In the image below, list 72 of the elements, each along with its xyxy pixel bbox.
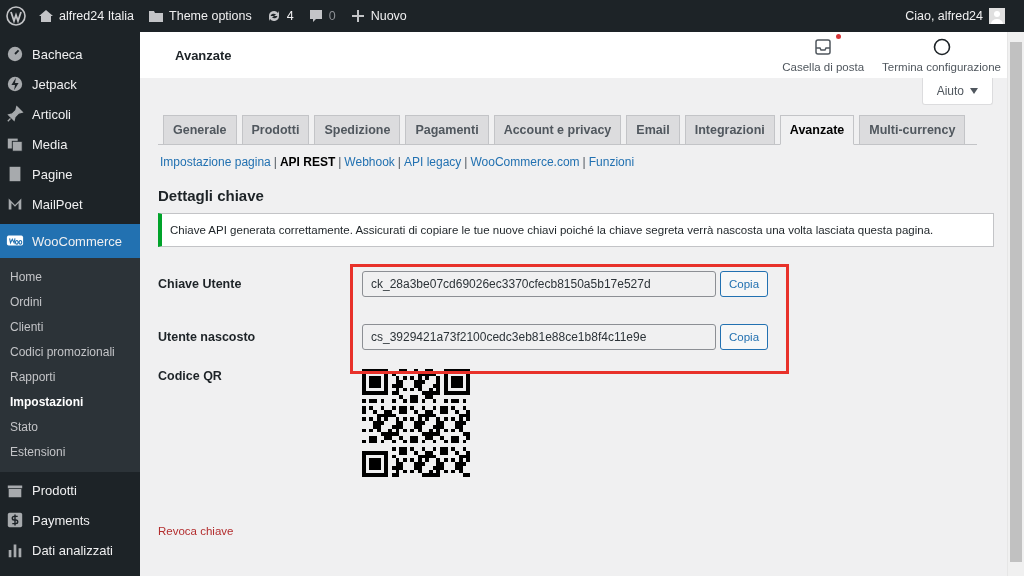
section-link[interactable]: API legacy xyxy=(403,155,462,169)
greeting-link[interactable]: Ciao, alfred24 xyxy=(905,9,983,23)
bolt-icon xyxy=(6,75,24,93)
separator: | xyxy=(582,155,586,169)
menu-item[interactable]: Dati analizzati xyxy=(0,535,140,565)
settings-tab[interactable]: Multi-currency xyxy=(859,115,966,145)
gauge-icon xyxy=(6,45,24,63)
plus-icon xyxy=(349,8,366,24)
comment-icon xyxy=(307,8,324,24)
folder-icon xyxy=(148,8,165,24)
menu-item[interactable]: Bacheca xyxy=(0,39,140,69)
settings-tab[interactable]: Generale xyxy=(163,115,237,145)
settings-tab[interactable]: Integrazioni xyxy=(684,115,775,145)
key-field[interactable]: ck_28a3be07cd69026ec3370cfecb8150a5b17e527d xyxy=(362,270,716,297)
key-field[interactable]: cs_3929421a73f2100cedc3eb81e88ce1b8f4c11e9e xyxy=(362,323,716,350)
new-link[interactable]: Nuovo xyxy=(370,9,407,23)
section-link[interactable]: Funzioni xyxy=(588,155,635,169)
menu-item[interactable]: Pagine xyxy=(0,159,140,189)
settings-tab[interactable]: Account e privacy xyxy=(493,115,622,145)
menu-item[interactable]: Media xyxy=(0,129,140,159)
header-action[interactable]: Casella di posta xyxy=(782,37,865,73)
settings-tab[interactable]: Pagamenti xyxy=(405,115,489,145)
home-icon xyxy=(38,8,54,24)
menu-item[interactable]: MailPoet xyxy=(0,189,140,219)
settings-tab[interactable]: Email xyxy=(626,115,680,145)
copy-button[interactable]: Copia xyxy=(720,323,769,350)
revoke-key-link[interactable]: Revoca chiave xyxy=(158,525,234,537)
caret-icon xyxy=(970,88,978,94)
comments-count[interactable]: 0 xyxy=(328,9,336,23)
page-title: Avanzate xyxy=(175,47,233,63)
submenu-item[interactable]: Stato xyxy=(0,415,140,440)
theme-options-link[interactable]: Theme options xyxy=(169,9,252,23)
wordpress-logo-icon[interactable] xyxy=(6,6,26,26)
submenu-item[interactable]: Home xyxy=(0,258,140,290)
inbox-icon xyxy=(815,38,832,55)
separator: | xyxy=(397,155,401,169)
scrollbar[interactable] xyxy=(1007,32,1024,576)
settings-tab[interactable]: Avanzate xyxy=(779,115,855,145)
help-button[interactable]: Aiuto xyxy=(921,78,993,105)
settings-tab[interactable]: Spedizione xyxy=(314,115,401,145)
menu-item[interactable]: Prodotti xyxy=(0,475,140,505)
submenu-item[interactable]: Impostazioni xyxy=(0,390,140,415)
section-link[interactable]: WooCommerce.com xyxy=(470,155,580,169)
updates-count[interactable]: 4 xyxy=(286,9,294,23)
submenu-item[interactable]: Estensioni xyxy=(0,440,140,472)
submenu-item[interactable]: Codici promozionali xyxy=(0,340,140,365)
section-link[interactable]: Webhook xyxy=(344,155,395,169)
avatar-icon[interactable] xyxy=(989,8,1005,24)
dollar-icon xyxy=(6,511,24,529)
menu-item[interactable]: WooCommerce xyxy=(0,224,140,258)
submenu-item[interactable]: Ordini xyxy=(0,290,140,315)
menu-item[interactable]: Articoli xyxy=(0,99,140,129)
menu-item[interactable]: Jetpack xyxy=(0,69,140,99)
settings-tab[interactable]: Prodotti xyxy=(241,115,310,145)
section-link[interactable]: API REST xyxy=(279,155,336,169)
pin-icon xyxy=(6,105,24,123)
separator: | xyxy=(273,155,277,169)
header-action[interactable]: Termina configurazione xyxy=(882,37,1001,73)
field-label: Utente nascosto xyxy=(158,329,257,344)
menu-item[interactable]: Payments xyxy=(0,505,140,535)
submenu-item[interactable]: Clienti xyxy=(0,315,140,340)
field-label: Codice QR xyxy=(158,369,223,383)
copy-button[interactable]: Copia xyxy=(720,270,769,297)
section-link[interactable]: Impostazione pagina xyxy=(160,155,271,169)
site-link[interactable]: alfred24 Italia xyxy=(59,9,135,23)
separator: | xyxy=(464,155,468,169)
section-heading: Dettagli chiave xyxy=(158,187,265,204)
field-label: Chiave Utente xyxy=(158,276,243,291)
separator: | xyxy=(338,155,342,169)
submenu-item[interactable]: Rapporti xyxy=(0,365,140,390)
circle-icon xyxy=(932,37,951,56)
success-notice: Chiave API generata correttamente. Assicurati di copiare le tue nuove chiavi poiché la chiave segreta verrà nascosta una volta lasciata questa pagina. xyxy=(158,213,994,247)
